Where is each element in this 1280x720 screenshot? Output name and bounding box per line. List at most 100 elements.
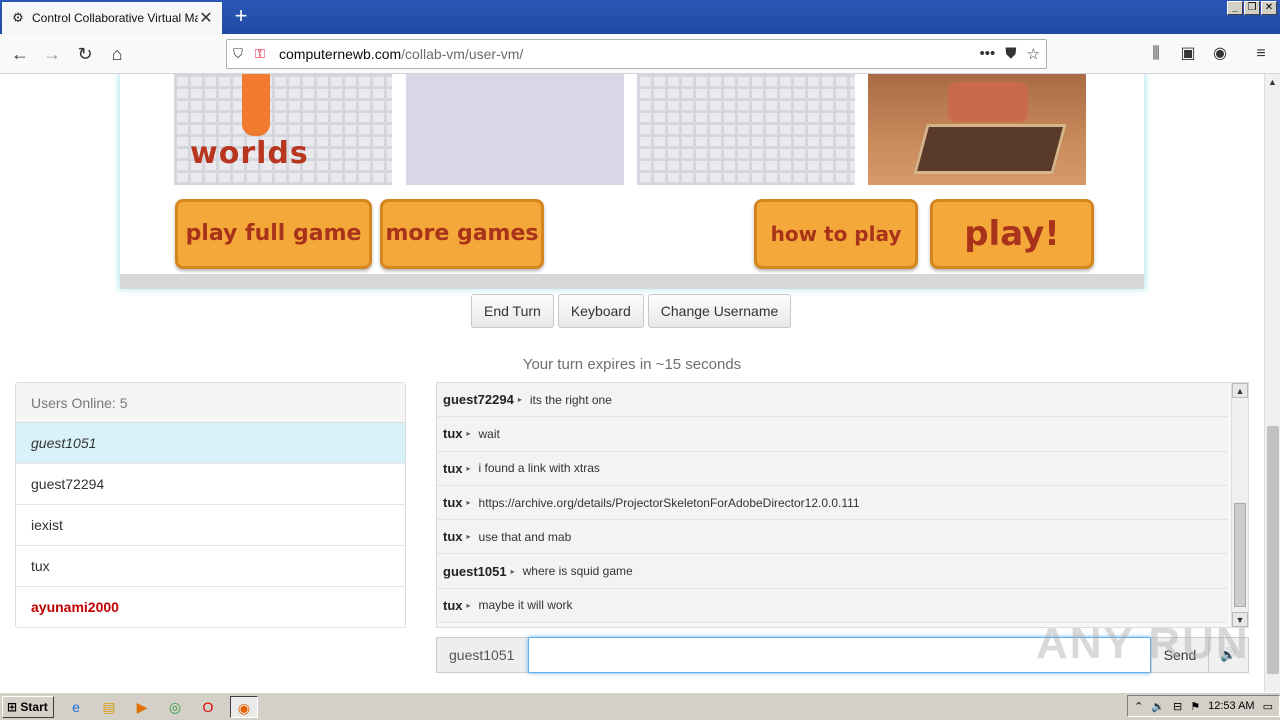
restore-icon[interactable]: ❐	[1244, 1, 1260, 15]
menu-icon[interactable]: ≡	[1249, 42, 1273, 66]
chat-message: tux ▸ use that and mab	[437, 520, 1228, 555]
more-games-button[interactable]: more games	[380, 199, 544, 269]
chat-scrollbar[interactable]: ▲ ▼	[1231, 383, 1248, 627]
sidebar-icon[interactable]: ▣	[1176, 42, 1200, 66]
chat-message: tux ▸ i found a link with xtras	[437, 451, 1228, 486]
chat-user: tux	[443, 597, 463, 613]
arrow-icon: ▸	[517, 395, 522, 405]
tray-expand-icon[interactable]: ⌃	[1134, 700, 1143, 713]
vm-controls: End Turn Keyboard Change Username	[471, 294, 792, 328]
chat-username-label: guest1051	[436, 637, 528, 673]
opera-icon[interactable]: O	[197, 696, 219, 718]
vm-screen[interactable]: worlds play full game more games how to …	[120, 74, 1144, 288]
chat-panel: guest72294 ▸ its the right one tux ▸ wait tu…	[436, 382, 1249, 628]
page-actions-icon[interactable]: •••	[980, 45, 996, 63]
url-domain: computernewb.com	[279, 46, 402, 62]
pocket-icon[interactable]: ⛊	[1005, 45, 1016, 63]
chat-message: tux ▸ wait	[437, 417, 1228, 452]
user-item[interactable]: iexist	[16, 505, 405, 546]
bookmark-star-icon[interactable]: ☆	[1027, 45, 1040, 63]
page-scroll-thumb[interactable]	[1267, 426, 1279, 674]
turn-status: Your turn expires in ~15 seconds	[522, 356, 742, 373]
home-icon[interactable]: ⌂	[105, 42, 129, 66]
keyboard-button[interactable]: Keyboard	[557, 294, 644, 328]
url-text[interactable]: computernewb.com/collab-vm/user-vm/	[279, 46, 980, 62]
site-favicon-icon: ⚙	[12, 10, 24, 25]
chat-user: tux	[443, 495, 463, 511]
back-icon[interactable]: ←	[8, 42, 32, 66]
arrow-icon: ▸	[466, 600, 471, 610]
network-icon[interactable]: ⊟	[1173, 700, 1182, 713]
page-scrollbar[interactable]: ▲	[1264, 74, 1280, 692]
chat-message: guest72294 ▸ its the right one	[437, 383, 1228, 418]
browser-tab-strip: ⚙ Control Collaborative Virtual Machi ✕ …	[0, 0, 1280, 34]
change-username-button[interactable]: Change Username	[647, 294, 792, 328]
chat-text: where is squid game	[522, 564, 633, 579]
forward-icon[interactable]: →	[40, 42, 64, 66]
arrow-icon: ▸	[466, 463, 471, 473]
watermark-logo: ANY RUN	[1036, 619, 1250, 668]
insecure-lock-icon[interactable]: ⚿	[249, 46, 271, 62]
chat-text: i found a link with xtras	[478, 461, 600, 476]
chrome-icon[interactable]: ◎	[164, 696, 186, 718]
ie-icon[interactable]: e	[65, 696, 87, 718]
clock[interactable]: 12:53 AM	[1208, 700, 1254, 712]
volume-icon[interactable]: 🔉	[1151, 700, 1165, 713]
users-online-header: Users Online: 5	[16, 383, 405, 423]
chat-text: wait	[478, 426, 500, 441]
flag-icon[interactable]: ⚑	[1190, 700, 1200, 713]
start-label: Start	[20, 699, 48, 714]
shield-icon[interactable]: ⛉	[227, 46, 249, 62]
firefox-icon[interactable]: ◉	[230, 695, 258, 718]
library-icon[interactable]: ⫼	[1144, 42, 1168, 66]
minimize-icon[interactable]: _	[1227, 1, 1243, 15]
chat-text: its the right one	[529, 392, 612, 407]
game-thumbnail-room[interactable]	[868, 74, 1086, 185]
vm-bottom-bar	[120, 274, 1144, 289]
arrow-icon: ▸	[466, 532, 471, 542]
scroll-up-icon[interactable]: ▲	[1265, 74, 1280, 90]
user-item[interactable]: tux	[16, 546, 405, 587]
page-content: worlds play full game more games how to …	[0, 74, 1264, 692]
browser-tab[interactable]: ⚙ Control Collaborative Virtual Machi ✕	[2, 2, 222, 34]
rug-shape	[913, 124, 1067, 174]
play-button[interactable]: play!	[930, 199, 1094, 269]
explorer-icon[interactable]: ▤	[98, 696, 120, 718]
new-tab-icon[interactable]: +	[228, 4, 254, 30]
chat-message: tux ▸ https://archive.org/details/Projecto…	[437, 485, 1228, 521]
scroll-up-icon[interactable]: ▲	[1232, 383, 1248, 398]
play-full-game-button[interactable]: play full game	[175, 199, 372, 269]
url-path: /collab-vm/user-vm/	[401, 46, 524, 62]
show-desktop-icon[interactable]: ▭	[1263, 700, 1273, 713]
arrow-icon: ▸	[466, 429, 471, 439]
chat-text: use that and mab	[478, 529, 572, 544]
close-window-icon[interactable]: ✕	[1261, 1, 1277, 15]
window-controls: _ ❐ ✕	[1227, 1, 1277, 15]
worlds-text: worlds	[190, 136, 309, 171]
tab-close-icon[interactable]: ✕	[198, 8, 214, 28]
chat-text[interactable]: https://archive.org/details/ProjectorSke…	[479, 496, 860, 510]
account-icon[interactable]: ◉	[1208, 42, 1232, 66]
media-player-icon[interactable]: ▶	[131, 696, 153, 718]
chat-scroll-thumb[interactable]	[1234, 503, 1246, 607]
windows-logo-icon: ⊞	[7, 699, 18, 714]
start-button[interactable]: ⊞ Start	[2, 695, 54, 718]
chat-text: maybe it will work	[478, 598, 573, 613]
sofa-shape	[948, 82, 1028, 122]
game-thumbnail-tiles[interactable]	[637, 74, 855, 185]
tab-title: Control Collaborative Virtual Machi	[32, 11, 198, 25]
browser-nav-bar: ← → ↻ ⌂ ⛉ ⚿ computernewb.com/collab-vm/u…	[0, 34, 1280, 74]
user-item[interactable]: guest72294	[16, 464, 405, 505]
game-thumbnail-blank[interactable]	[406, 74, 624, 185]
end-turn-button[interactable]: End Turn	[471, 294, 554, 328]
arrow-icon: ▸	[510, 566, 515, 576]
game-thumbnail-worlds[interactable]: worlds	[174, 74, 392, 185]
system-tray: ⌃ 🔉 ⊟ ⚑ 12:53 AM ▭	[1127, 695, 1280, 717]
url-bar[interactable]: ⛉ ⚿ computernewb.com/collab-vm/user-vm/ …	[226, 39, 1047, 69]
reload-icon[interactable]: ↻	[73, 42, 97, 66]
user-item[interactable]: ayunami2000	[16, 587, 405, 628]
orange-shape	[242, 74, 270, 136]
how-to-play-button[interactable]: how to play	[754, 199, 918, 269]
chat-user: tux	[443, 529, 463, 545]
user-item[interactable]: guest1051	[16, 423, 405, 464]
